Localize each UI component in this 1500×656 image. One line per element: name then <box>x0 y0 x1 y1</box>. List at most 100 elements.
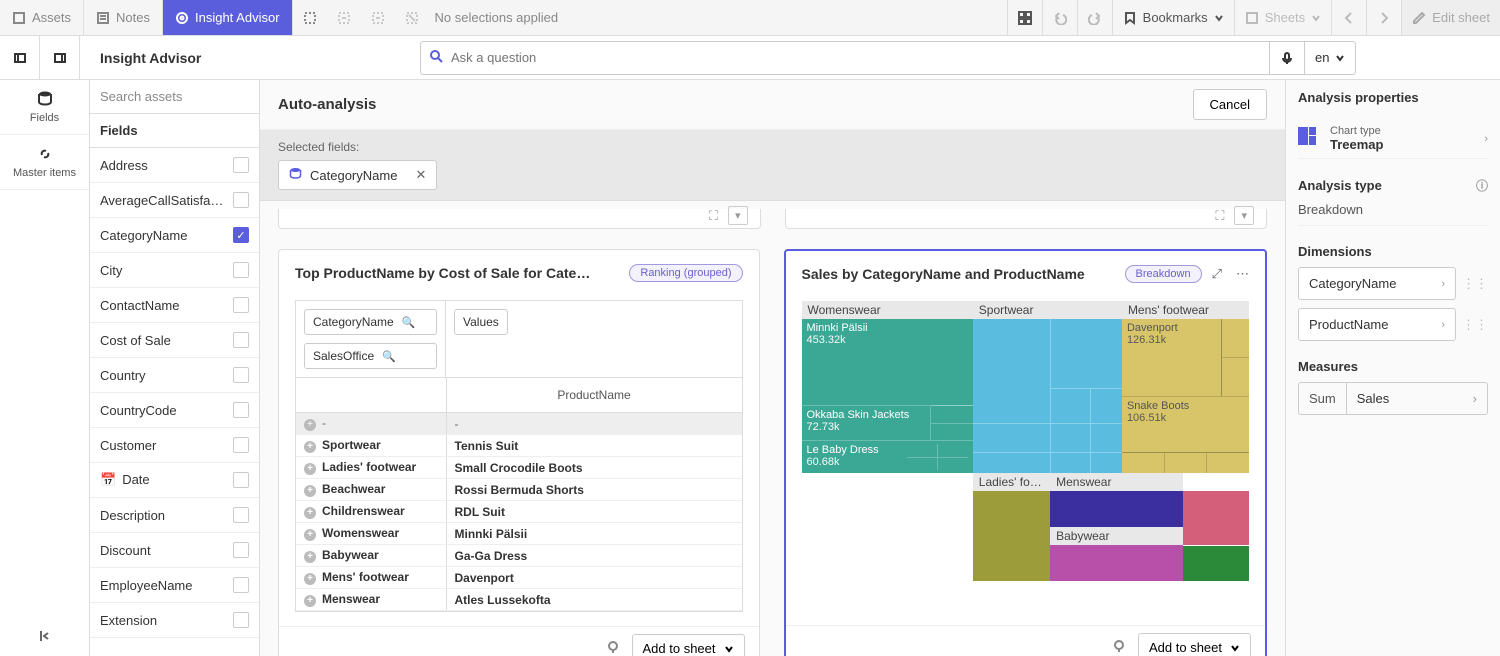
expand-icon[interactable]: + <box>304 595 316 607</box>
table-row[interactable]: +WomenswearMinnki Pälsii <box>296 523 742 545</box>
panel-left-icon[interactable] <box>0 36 40 79</box>
sheets-button[interactable]: Sheets <box>1234 0 1331 35</box>
tm-block-lebaby[interactable]: Le Baby Dress60.68k <box>807 444 908 470</box>
field-checkbox[interactable] <box>233 332 249 348</box>
expand-icon[interactable]: + <box>304 529 316 541</box>
add-to-sheet-button[interactable]: Add to sheet <box>1138 633 1251 656</box>
field-row[interactable]: CategoryName ✓ <box>90 218 259 253</box>
field-checkbox[interactable] <box>233 577 249 593</box>
insight-advisor-tab[interactable]: Insight Advisor <box>163 0 293 35</box>
salesoffice-filter[interactable]: SalesOffice🔍 <box>304 343 437 369</box>
table-row[interactable]: +BabywearGa-Ga Dress <box>296 545 742 567</box>
field-checkbox[interactable] <box>233 402 249 418</box>
language-button[interactable]: en <box>1305 41 1356 75</box>
selection-tool-icon[interactable] <box>293 0 327 35</box>
fullscreen-icon[interactable]: ⤢ <box>1212 266 1222 282</box>
expand-icon[interactable]: + <box>304 573 316 585</box>
field-row[interactable]: ContactName <box>90 288 259 323</box>
tm-block-snake[interactable]: Snake Boots106.51k <box>1122 396 1249 474</box>
field-checkbox[interactable] <box>233 262 249 278</box>
field-checkbox[interactable] <box>233 542 249 558</box>
tm-block-davenport[interactable]: Davenport126.31k <box>1122 319 1249 396</box>
measure-agg[interactable]: Sum <box>1299 383 1347 414</box>
table-row[interactable]: +Ladies' footwearSmall Crocodile Boots <box>296 457 742 479</box>
prev-sheet-icon[interactable] <box>1331 0 1366 35</box>
field-row[interactable]: EmployeeName <box>90 568 259 603</box>
master-items-nav[interactable]: Master items <box>0 135 89 190</box>
fields-search[interactable]: Search assets <box>90 80 259 114</box>
field-row[interactable]: Description <box>90 498 259 533</box>
field-row[interactable]: 📅Date <box>90 463 259 498</box>
expand-icon[interactable]: + <box>304 507 316 519</box>
field-checkbox[interactable] <box>233 192 249 208</box>
explore-icon[interactable]: ⛶ <box>1215 208 1224 224</box>
field-checkbox[interactable] <box>233 157 249 173</box>
values-toggle[interactable]: Values <box>454 309 508 335</box>
field-row[interactable]: Country <box>90 358 259 393</box>
field-checkbox[interactable] <box>233 297 249 313</box>
field-checkbox[interactable] <box>233 472 249 488</box>
cancel-button[interactable]: Cancel <box>1193 89 1267 120</box>
table-row[interactable]: +SportwearTennis Suit <box>296 435 742 457</box>
search-box[interactable] <box>420 41 1270 75</box>
chart-type-row[interactable]: Chart typeTreemap › <box>1298 119 1488 159</box>
field-checkbox[interactable] <box>233 507 249 523</box>
field-row[interactable]: Customer <box>90 428 259 463</box>
expand-icon[interactable]: + <box>304 551 316 563</box>
field-checkbox[interactable]: ✓ <box>233 227 249 243</box>
more-icon[interactable]: ⋯ <box>1236 266 1249 282</box>
field-checkbox[interactable] <box>233 367 249 383</box>
expand-icon[interactable]: + <box>304 485 316 497</box>
expand-icon[interactable]: + <box>304 441 316 453</box>
table-row[interactable]: +MenswearAtles Lussekofta <box>296 589 742 611</box>
drag-handle-icon[interactable]: ⋮⋮ <box>1462 317 1488 333</box>
selected-field-chip[interactable]: CategoryName ✕ <box>278 160 437 190</box>
search-input[interactable] <box>451 50 1261 65</box>
explore-icon[interactable] <box>606 640 620 656</box>
field-checkbox[interactable] <box>233 437 249 453</box>
edit-sheet-button[interactable]: Edit sheet <box>1401 0 1500 35</box>
field-row[interactable]: City <box>90 253 259 288</box>
next-sheet-icon[interactable] <box>1366 0 1401 35</box>
dimension-productname[interactable]: ProductName› <box>1298 308 1456 341</box>
mic-button[interactable] <box>1270 41 1305 75</box>
field-row[interactable]: CountryCode <box>90 393 259 428</box>
grid-icon[interactable] <box>1007 0 1042 35</box>
add-to-sheet-button[interactable]: Add to sheet <box>632 634 745 656</box>
add-sheet-stub[interactable]: ▾ <box>1234 206 1254 225</box>
expand-icon[interactable]: + <box>304 463 316 475</box>
treemap-viz[interactable]: Womenswear Minnki Pälsii453.32k Okkaba S… <box>802 301 1250 581</box>
table-row[interactable]: +BeachwearRossi Bermuda Shorts <box>296 479 742 501</box>
assets-tab[interactable]: Assets <box>0 0 84 35</box>
field-checkbox[interactable] <box>233 612 249 628</box>
table-row[interactable]: +Mens' footwearDavenport <box>296 567 742 589</box>
tm-block-minnki[interactable]: Minnki Pälsii453.32k <box>802 319 973 405</box>
table-row[interactable]: +-- <box>296 413 742 435</box>
table-row[interactable]: +ChildrenswearRDL Suit <box>296 501 742 523</box>
bookmarks-button[interactable]: Bookmarks <box>1112 0 1234 35</box>
drag-handle-icon[interactable]: ⋮⋮ <box>1462 276 1488 292</box>
chip-close-icon[interactable]: ✕ <box>415 167 426 183</box>
help-icon[interactable]: ⓘ <box>1476 177 1488 194</box>
field-row[interactable]: Address <box>90 148 259 183</box>
explore-icon[interactable] <box>1112 639 1126 656</box>
step-fwd-icon[interactable] <box>361 0 395 35</box>
field-row[interactable]: Cost of Sale <box>90 323 259 358</box>
categoryname-filter[interactable]: CategoryName🔍 <box>304 309 437 335</box>
measure-sales[interactable]: Sum Sales› <box>1298 382 1488 415</box>
step-back-icon[interactable] <box>327 0 361 35</box>
panel-right-icon[interactable] <box>40 36 80 79</box>
undo-icon[interactable] <box>1042 0 1077 35</box>
notes-tab[interactable]: Notes <box>84 0 163 35</box>
dimension-categoryname[interactable]: CategoryName› <box>1298 267 1456 300</box>
collapse-strip-icon[interactable] <box>38 629 52 646</box>
field-row[interactable]: AverageCallSatisfac… <box>90 183 259 218</box>
clear-sel-icon[interactable] <box>395 0 429 35</box>
redo-icon[interactable] <box>1077 0 1112 35</box>
field-row[interactable]: Discount <box>90 533 259 568</box>
treemap-card[interactable]: Sales by CategoryName and ProductName Br… <box>784 249 1268 656</box>
field-row[interactable]: Extension <box>90 603 259 638</box>
expand-icon[interactable]: + <box>304 419 316 431</box>
add-sheet-stub[interactable]: ▾ <box>728 206 748 225</box>
tm-block-okkaba[interactable]: Okkaba Skin Jackets72.73k <box>802 405 932 440</box>
